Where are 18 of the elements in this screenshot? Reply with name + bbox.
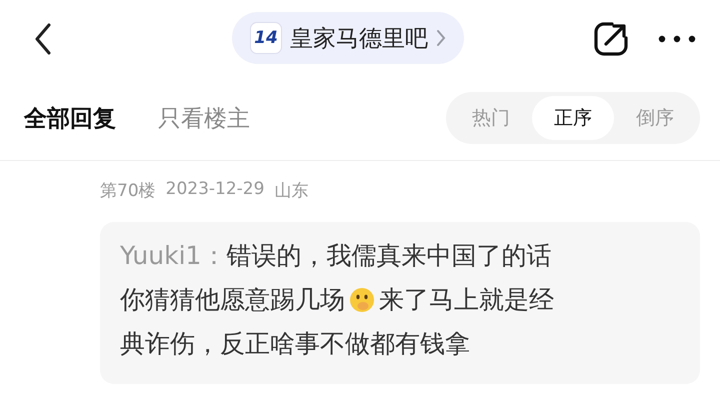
filter-tab[interactable]: 只看楼主: [158, 102, 250, 134]
quote-text: 你猜猜他愿意踢几场: [120, 284, 345, 316]
more-icon[interactable]: [658, 35, 696, 43]
post-date: 2023-12-29: [166, 179, 264, 201]
forum-logo: 14: [250, 22, 282, 54]
floor-number: 第70楼: [100, 180, 156, 202]
quote-author: Yuuki1：: [120, 240, 226, 272]
quote-text: 错误的，我儒真来中国了的话: [226, 240, 552, 272]
forum-pill[interactable]: 14 皇家马德里吧: [232, 12, 464, 64]
filter-tab[interactable]: 全部回复: [24, 102, 116, 134]
sort-option[interactable]: 正序: [532, 96, 614, 140]
emoji-icon: [349, 287, 375, 313]
post-location: 山东: [274, 180, 308, 202]
quote-text: 来了马上就是经: [379, 284, 554, 316]
share-icon[interactable]: [592, 20, 630, 58]
quote-text: 典诈伤，反正啥事不做都有钱拿: [120, 328, 470, 360]
back-icon: [34, 23, 52, 55]
chevron-right-icon: [436, 29, 446, 47]
